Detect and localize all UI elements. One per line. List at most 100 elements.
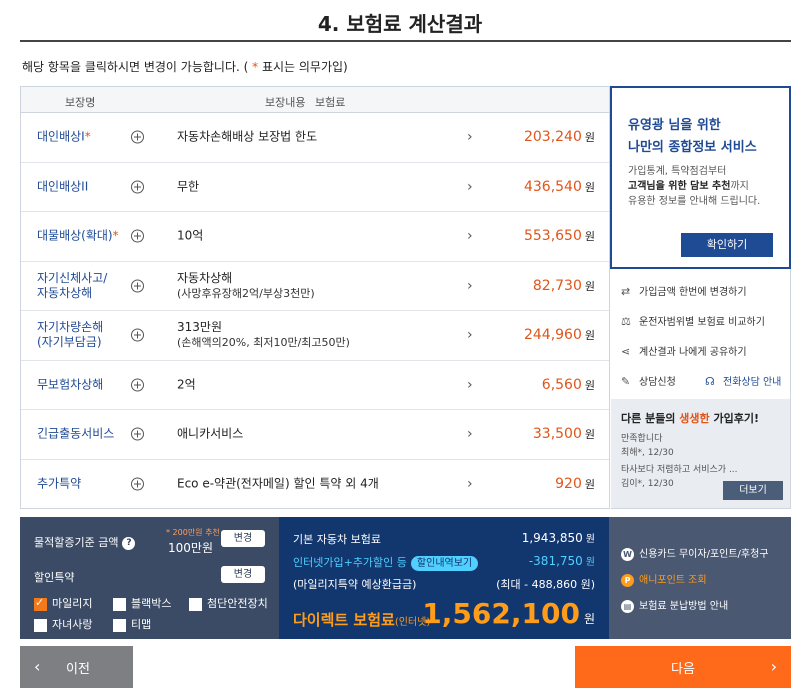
checkbox-safety[interactable]: 첨단안전장치	[189, 595, 268, 611]
link-consult[interactable]: ✎ 상담신청	[621, 373, 676, 388]
change-discount-button[interactable]: 변경	[221, 566, 265, 583]
final-premium-label: 다이렉트 보험료(인터넷)	[293, 611, 431, 629]
review-item[interactable]: 만족합니다	[621, 431, 662, 444]
header-content: 보장내용	[265, 96, 306, 109]
internet-discount-value: -381,750 원	[528, 554, 595, 568]
table-row[interactable]: 대물배상(확대)* 10억 › 553,650 원	[21, 212, 609, 262]
document-icon: ▤	[621, 599, 634, 613]
summary-premium: 기본 자동차 보험료 1,943,850 원 인터넷가입+추가할인 등 할인내역보기…	[279, 517, 609, 639]
title-divider	[20, 40, 791, 42]
coverage-price: 33,500 원	[532, 426, 595, 443]
edit-icon: ✎	[621, 375, 631, 388]
coverage-name: 추가특약	[37, 476, 82, 491]
notice-text: 해당 항목을 클릭하시면 변경이 가능합니다. ( * 표시는 의무가입)	[22, 60, 348, 74]
coverage-name: 긴급출동서비스	[37, 426, 115, 441]
table-header: 보장명 보장내용 보험료	[21, 87, 609, 113]
internet-discount-label: 인터넷가입+추가할인 등 할인내역보기	[293, 554, 479, 571]
checkbox-blackbox[interactable]: 블랙박스	[113, 595, 171, 611]
header-premium: 보험료	[315, 96, 346, 109]
coverage-price: 82,730 원	[532, 277, 595, 294]
table-row[interactable]: 무보험차상해 2억 › 6,560 원	[21, 361, 609, 410]
discount-detail-button[interactable]: 할인내역보기	[410, 555, 479, 571]
help-icon[interactable]: ?	[122, 536, 136, 550]
link-compare-driver[interactable]: ⚖ 운전자범위별 보험료 비교하기	[621, 313, 765, 328]
link-change-amount[interactable]: ⇄ 가입금액 한번에 변경하기	[621, 283, 747, 298]
next-button[interactable]: 다음 ›	[575, 646, 791, 688]
confirm-button[interactable]: 확인하기	[681, 233, 773, 257]
plus-icon[interactable]	[131, 229, 144, 243]
more-reviews-button[interactable]: 더보기	[723, 481, 783, 500]
link-installment[interactable]: ▤ 보험료 분납방법 안내	[621, 597, 728, 613]
coverage-content: 자동차손해배상 보장법 한도	[177, 129, 318, 144]
plus-icon[interactable]	[131, 378, 144, 392]
chevron-right-icon[interactable]: ›	[467, 476, 473, 492]
card-icon: W	[621, 547, 634, 561]
coverage-price: 553,650 원	[523, 228, 595, 245]
coverage-content: 무한	[177, 179, 200, 194]
base-premium-label: 기본 자동차 보험료	[293, 533, 381, 546]
scale-icon: ⚖	[621, 315, 631, 328]
change-mileage-button[interactable]: 변경	[221, 530, 265, 547]
final-premium-value: 1,562,100 원	[422, 597, 595, 630]
discount-label: 할인특약	[34, 571, 75, 584]
coverage-content: 10억	[177, 228, 204, 243]
coverage-content: 2억	[177, 377, 196, 392]
plus-icon[interactable]	[131, 427, 144, 441]
review-meta: 최해*, 12/30	[621, 448, 674, 458]
prev-button[interactable]: ‹ 이전	[20, 646, 133, 688]
coverage-price: 436,540 원	[523, 178, 595, 195]
coverage-price: 203,240 원	[523, 129, 595, 146]
coverage-price: 6,560 원	[541, 376, 595, 393]
chevron-left-icon: ‹	[34, 657, 41, 676]
checkbox-mileage[interactable]: 마일리지	[34, 595, 92, 611]
side-links: ⇄ 가입금액 한번에 변경하기 ⚖ 운전자범위별 보험료 비교하기 ⋖ 계산결과 나에…	[611, 269, 791, 399]
link-credit-card[interactable]: W 신용카드 무이자/포인트/후청구	[621, 545, 769, 561]
checkbox-child[interactable]: 자녀사랑	[34, 616, 92, 632]
link-share-result[interactable]: ⋖ 계산결과 나에게 공유하기	[621, 343, 747, 358]
coverage-name: 대인배상I*	[37, 129, 91, 144]
base-premium-value: 1,943,850 원	[521, 531, 595, 545]
review-item[interactable]: 타사보다 저렴하고 서비스가 ...	[621, 462, 738, 475]
plus-icon[interactable]	[131, 328, 144, 342]
plus-icon[interactable]	[131, 279, 144, 293]
chevron-right-icon[interactable]: ›	[467, 426, 473, 442]
summary-band: 물적할증기준 금액? * 200만원 추천 100만원 변경 할인특약 변경 마…	[20, 517, 791, 639]
link-anypoint[interactable]: P 애니포인트 조회	[621, 571, 707, 587]
table-row[interactable]: 추가특약 Eco e-약관(전자메일) 할인 특약 외 4개 › 920 원	[21, 460, 609, 510]
table-row[interactable]: 자기차량손해 (자기부담금) 313만원 (손해액의20%, 최저10만/최고50만)…	[21, 311, 609, 361]
review-meta: 김이*, 12/30	[621, 479, 674, 489]
info-service-panel: 유영광 님을 위한 나만의 종합정보 서비스 가입통계, 특약점검부터 고객님을…	[610, 86, 791, 269]
coverage-content: Eco e-약관(전자메일) 할인 특약 외 4개	[177, 476, 379, 491]
coverage-name: 대물배상(확대)*	[37, 228, 119, 243]
coverage-name: 자기차량손해 (자기부담금)	[37, 320, 104, 350]
table-row[interactable]: 자기신체사고/자동차상해 자동차상해 (사망후유장해2억/부상3천만) › 82,730…	[21, 262, 609, 311]
table-row[interactable]: 대인배상I* 자동차손해배상 보장법 한도 › 203,240 원	[21, 113, 609, 163]
chevron-right-icon[interactable]: ›	[467, 278, 473, 294]
chevron-right-icon[interactable]: ›	[467, 179, 473, 195]
chevron-right-icon[interactable]: ›	[467, 377, 473, 393]
chevron-right-icon[interactable]: ›	[467, 129, 473, 145]
summary-options: 물적할증기준 금액? * 200만원 추천 100만원 변경 할인특약 변경 마…	[20, 517, 279, 639]
promo-title-1: 유영광 님을 위한	[628, 118, 721, 133]
table-row[interactable]: 대인배상II 무한 › 436,540 원	[21, 163, 609, 212]
coverage-name: 대인배상II	[37, 179, 89, 194]
link-phone-consult[interactable]: ☊ 전화상담 안내	[705, 373, 781, 388]
chevron-right-icon[interactable]: ›	[467, 228, 473, 244]
coverage-content: 313만원 (손해액의20%, 최저10만/최고50만)	[177, 320, 350, 350]
coverage-name: 무보험차상해	[37, 377, 104, 392]
reviews-title: 다른 분들의 생생한 가입후기!	[621, 412, 759, 425]
reviews-panel: 다른 분들의 생생한 가입후기! 만족합니다 최해*, 12/30 타사보다 저…	[611, 399, 791, 509]
mileage-refund-value: (최대 - 488,860 원)	[496, 578, 595, 591]
plus-icon[interactable]	[131, 180, 144, 194]
checkbox-tmap[interactable]: 티맵	[113, 616, 151, 632]
promo-desc: 가입통계, 특약점검부터 고객님을 위한 담보 추천까지 유용한 정보를 안내해…	[628, 166, 761, 207]
table-row[interactable]: 긴급출동서비스 애니카서비스 › 33,500 원	[21, 410, 609, 460]
header-name: 보장명	[65, 96, 96, 109]
coverage-table: 보장명 보장내용 보험료 대인배상I* 자동차손해배상 보장법 한도 › 203,24…	[20, 86, 610, 509]
swap-icon: ⇄	[621, 285, 631, 298]
promo-title-2: 나만의 종합정보 서비스	[628, 140, 757, 155]
chevron-right-icon[interactable]: ›	[467, 327, 473, 343]
plus-icon[interactable]	[131, 477, 144, 491]
plus-icon[interactable]	[131, 130, 144, 144]
required-star: *	[248, 60, 262, 74]
